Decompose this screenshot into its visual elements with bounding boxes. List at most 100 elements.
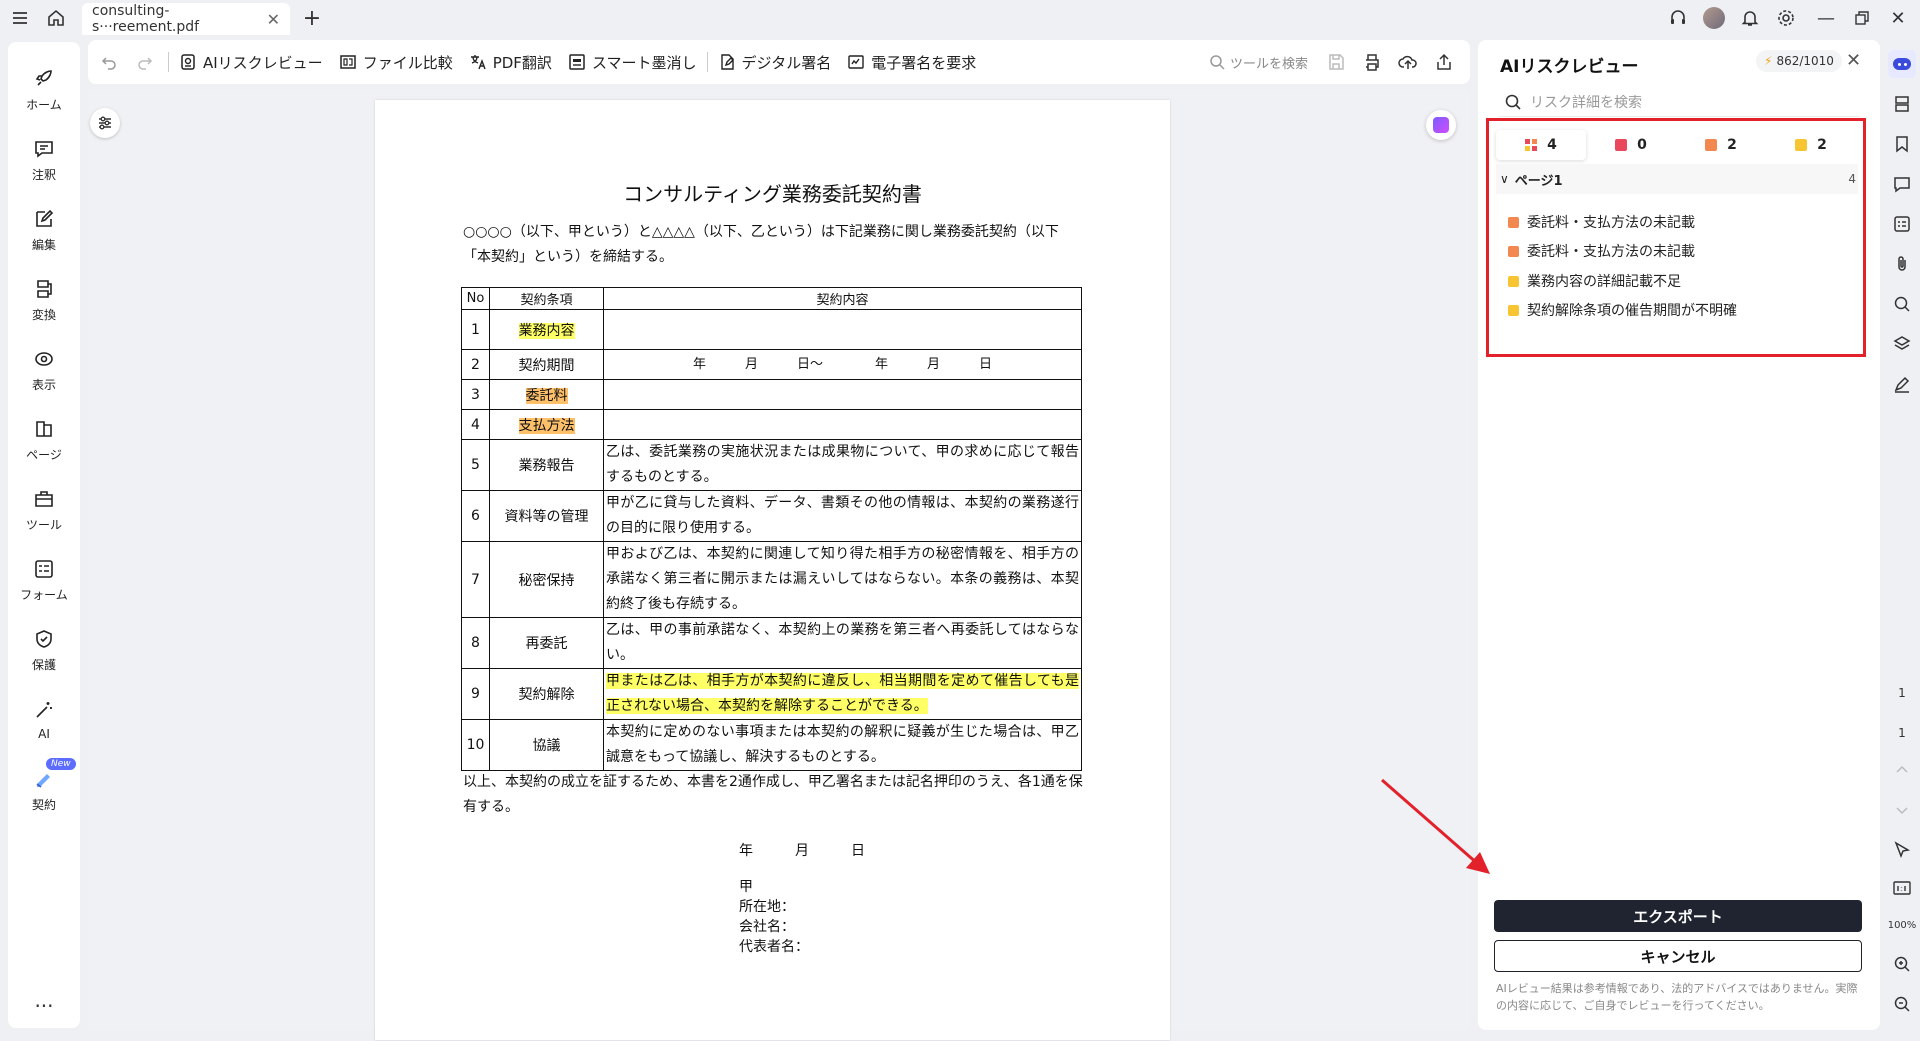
- nav-form-label: フォーム: [20, 587, 68, 602]
- ai-assistant-icon[interactable]: [1426, 110, 1456, 140]
- highlighted-term[interactable]: 業務内容: [518, 322, 575, 339]
- cloud-upload-icon[interactable]: [1390, 44, 1426, 80]
- search-icon[interactable]: [1888, 290, 1916, 318]
- close-tab-icon[interactable]: ✕: [267, 10, 280, 29]
- minimize-icon[interactable]: —: [1812, 6, 1840, 30]
- digital-signature-button[interactable]: デジタル署名: [710, 40, 840, 84]
- highlighted-clause[interactable]: 甲または乙は、相手方が本契約に違反し、相当期間を定めて催告しても是正されない場合…: [606, 673, 1079, 714]
- medium-risk-square-icon: [1508, 216, 1519, 228]
- row-term: 支払方法: [489, 409, 604, 440]
- document-tab[interactable]: consulting-s···reement.pdf ✕: [82, 3, 290, 35]
- share-icon[interactable]: [1426, 44, 1462, 80]
- nav-annotate-label: 注釈: [31, 167, 56, 182]
- party-label: 甲: [739, 879, 753, 895]
- nav-form[interactable]: フォーム: [8, 550, 80, 610]
- select-cursor-icon[interactable]: [1888, 836, 1916, 864]
- headset-icon[interactable]: [1666, 6, 1690, 30]
- toolbar-separator: [168, 52, 169, 72]
- pages-icon: [36, 420, 52, 437]
- page-group-header[interactable]: ∨ ページ1 4: [1496, 164, 1858, 194]
- attachment-icon[interactable]: [1888, 250, 1916, 278]
- redo-icon[interactable]: [130, 40, 166, 84]
- left-sidebar: ホーム 注釈 編集 変換 表示 ページ ツール フォーム 保護 AI New 契…: [8, 42, 80, 1028]
- tool-search-input[interactable]: ツールを検索: [1208, 53, 1318, 72]
- nav-edit[interactable]: 編集: [8, 200, 80, 260]
- toolbar-separator: [706, 52, 708, 72]
- zoom-in-icon[interactable]: [1888, 950, 1916, 978]
- table-row: 9 契約解除 甲または乙は、相手方が本契約に違反し、相当期間を定めて催告しても是…: [461, 668, 1082, 720]
- file-compare-button[interactable]: ファイル比較: [331, 40, 461, 84]
- group-count: 4: [1848, 172, 1856, 186]
- close-window-icon[interactable]: ✕: [1884, 6, 1912, 30]
- nav-view[interactable]: 表示: [8, 340, 80, 400]
- page-down-icon[interactable]: [1888, 796, 1916, 824]
- table-row: 2 契約期間 年 月 日〜 年 月 日: [461, 349, 1082, 380]
- home-icon[interactable]: [44, 6, 68, 30]
- ai-risk-review-panel: AIリスクレビュー ⚡ 862/1010 ✕ リスク詳細を検索 4 0 2 2 …: [1478, 40, 1880, 1030]
- save-icon[interactable]: [1318, 44, 1354, 80]
- pdf-translate-button[interactable]: PDF翻訳: [461, 40, 560, 84]
- cancel-button[interactable]: キャンセル: [1494, 940, 1862, 972]
- highlighted-term[interactable]: 支払方法: [518, 417, 575, 434]
- layers-icon[interactable]: [1888, 330, 1916, 358]
- risk-item[interactable]: 業務内容の詳細記載不足: [1508, 267, 1848, 295]
- form-fields-icon[interactable]: [1888, 210, 1916, 238]
- nav-protect-label: 保護: [31, 657, 56, 672]
- zoom-level[interactable]: 100%: [1884, 920, 1920, 931]
- nav-contract[interactable]: New 契約: [8, 758, 80, 820]
- risk-item-label: 委託料・支払方法の未記載: [1527, 244, 1695, 260]
- nav-home[interactable]: ホーム: [8, 60, 80, 120]
- highlighted-term[interactable]: 委託料: [525, 387, 568, 404]
- nav-ai[interactable]: AI: [8, 690, 80, 750]
- nav-convert[interactable]: 変換: [8, 270, 80, 330]
- restore-icon[interactable]: [1848, 6, 1876, 30]
- settings-gear-icon[interactable]: [1774, 6, 1798, 30]
- zoom-out-icon[interactable]: [1888, 990, 1916, 1018]
- credit-badge: ⚡ 862/1010: [1756, 50, 1842, 72]
- filter-low[interactable]: 2: [1766, 130, 1856, 160]
- smart-redact-button[interactable]: スマート墨消し: [560, 40, 705, 84]
- risk-search-input[interactable]: リスク詳細を検索: [1498, 87, 1860, 117]
- filter-all[interactable]: 4: [1496, 130, 1586, 160]
- filter-settings-icon[interactable]: [90, 108, 120, 138]
- print-icon[interactable]: [1354, 44, 1390, 80]
- risk-item[interactable]: 委託料・支払方法の未記載: [1508, 237, 1848, 265]
- nav-annotate[interactable]: 注釈: [8, 130, 80, 190]
- bookmark-icon[interactable]: [1888, 130, 1916, 158]
- all-risks-icon: [1525, 139, 1538, 151]
- thumbnails-icon[interactable]: [1888, 90, 1916, 118]
- avatar[interactable]: [1702, 6, 1726, 30]
- bell-icon[interactable]: [1738, 6, 1762, 30]
- page-up-icon[interactable]: [1888, 756, 1916, 784]
- signature-icon: [720, 54, 734, 70]
- ai-review-button[interactable]: AIリスクレビュー: [171, 40, 331, 84]
- risk-item-label: 業務内容の詳細記載不足: [1527, 274, 1681, 290]
- filter-high[interactable]: 0: [1586, 130, 1676, 160]
- table-row: 8 再委託 乙は、甲の事前承諾なく、本契約上の業務を第三者へ再委託してはならない…: [461, 617, 1082, 669]
- nav-protect[interactable]: 保護: [8, 620, 80, 680]
- row-term: 秘密保持: [489, 541, 604, 618]
- row-no: 2: [461, 349, 490, 380]
- close-panel-icon[interactable]: ✕: [1846, 50, 1861, 71]
- new-tab-icon[interactable]: +: [300, 6, 324, 31]
- undo-icon[interactable]: [88, 40, 130, 84]
- comments-icon[interactable]: [1888, 170, 1916, 198]
- ai-review-rail-icon[interactable]: [1888, 50, 1916, 78]
- row-content: 本契約に定めのない事項または本契約の解釈に疑義が生じた場合は、甲乙誠意をもって協…: [603, 719, 1082, 771]
- risk-item[interactable]: 契約解除条項の催告期間が不明確: [1508, 296, 1848, 324]
- actual-size-icon[interactable]: [1888, 874, 1916, 902]
- request-esign-button[interactable]: 電子署名を要求: [839, 40, 984, 84]
- export-button[interactable]: エクスポート: [1494, 900, 1862, 932]
- nav-tools[interactable]: ツール: [8, 480, 80, 540]
- risk-item[interactable]: 委託料・支払方法の未記載: [1508, 208, 1848, 236]
- current-page-number[interactable]: 1: [1884, 686, 1920, 700]
- nav-ai-label: AI: [38, 727, 50, 741]
- more-icon[interactable]: ···: [8, 994, 80, 1018]
- ai-review-label: AIリスクレビュー: [203, 53, 323, 72]
- menu-icon[interactable]: [8, 6, 32, 30]
- header-no: No: [461, 287, 490, 310]
- filter-medium[interactable]: 2: [1676, 130, 1766, 160]
- signature-pen-icon[interactable]: [1888, 370, 1916, 398]
- home-rocket-icon: [35, 69, 52, 86]
- nav-pages[interactable]: ページ: [8, 410, 80, 470]
